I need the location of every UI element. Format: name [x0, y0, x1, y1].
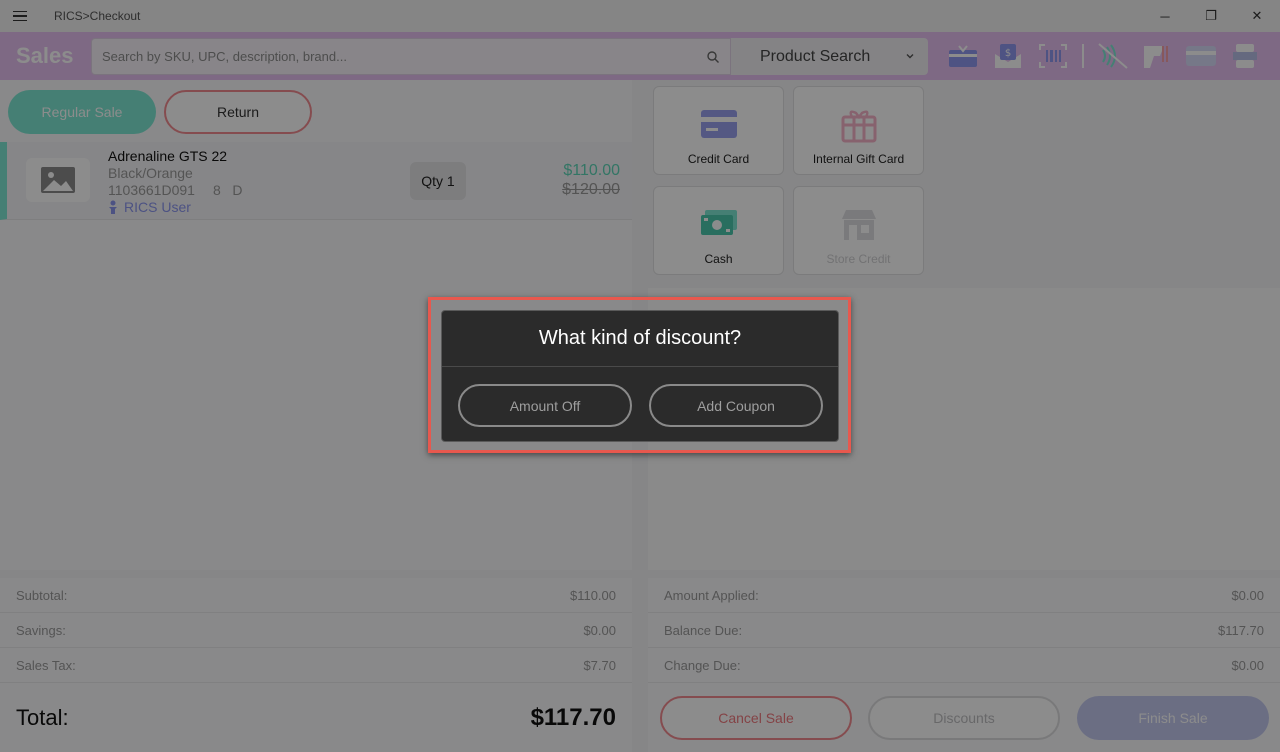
- dialog-title: What kind of discount?: [442, 311, 838, 367]
- add-coupon-button[interactable]: Add Coupon: [649, 384, 823, 427]
- discount-type-dialog: What kind of discount? Amount Off Add Co…: [441, 310, 839, 442]
- amount-off-button[interactable]: Amount Off: [458, 384, 632, 427]
